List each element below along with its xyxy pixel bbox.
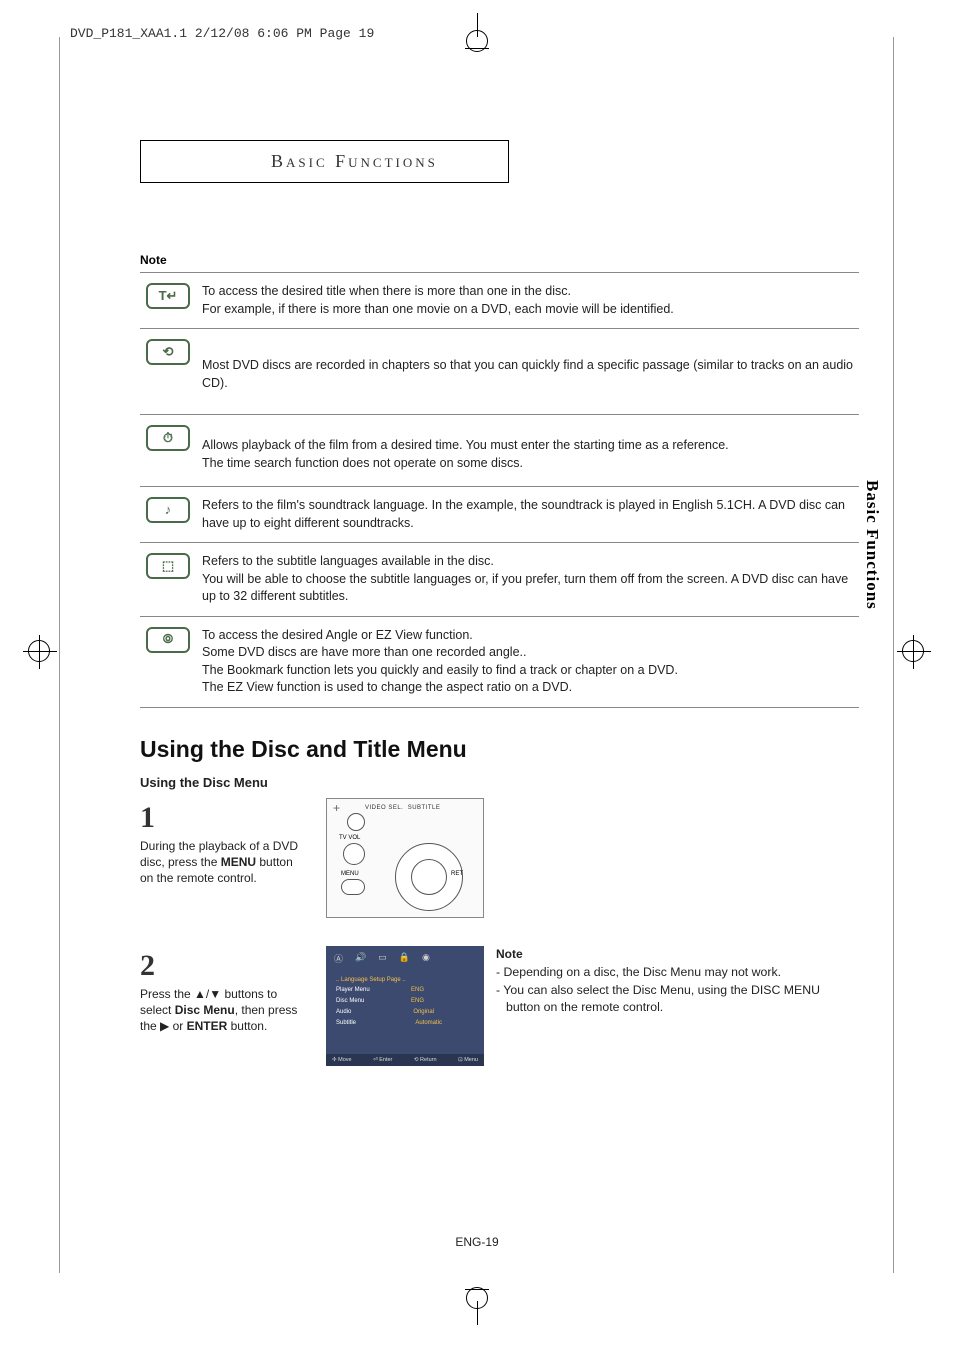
lock-icon: 🔒 [399, 952, 410, 965]
table-row: ♪ Refers to the film's soundtrack langua… [140, 487, 859, 543]
subtitle-icon: ⬚ [146, 553, 190, 579]
crop-mark-left [28, 640, 50, 662]
row-text: To access the desired title when there i… [196, 273, 859, 329]
note-right: Note Depending on a disc, the Disc Menu … [496, 946, 831, 1016]
crop-circle-top [466, 30, 488, 52]
lang-icon: Ⓐ [334, 952, 343, 965]
chapter-title: Basic Functions [140, 140, 509, 183]
step-number: 1 [140, 798, 308, 839]
row-text: Allows playback of the film from a desir… [196, 415, 859, 487]
display-icon: ▭ [378, 952, 387, 965]
step-number: 2 [140, 946, 308, 987]
table-row: ⦾ To access the desired Angle or EZ View… [140, 616, 859, 707]
note-table: T↵ To access the desired title when ther… [140, 272, 859, 708]
title-icon: T↵ [146, 283, 190, 309]
note-label: Note [140, 253, 859, 267]
row-text: To access the desired Angle or EZ View f… [196, 616, 859, 707]
angle-icon: ⦾ [146, 627, 190, 653]
step-text-bold: MENU [221, 855, 256, 869]
menu-icons: Ⓐ 🔊 ▭ 🔒 ◉ [326, 946, 484, 971]
note-item: Depending on a disc, the Disc Menu may n… [506, 964, 831, 981]
side-tab: Basic Functions [862, 480, 882, 610]
step-text-bold: ENTER [187, 1019, 228, 1033]
step-2: 2 Press the ▲/▼ buttons to select Disc M… [140, 946, 859, 1066]
note-title: Note [496, 946, 831, 963]
crop-mark-right [902, 640, 924, 662]
row-text: Refers to the subtitle languages availab… [196, 543, 859, 617]
table-row: ⏱ Allows playback of the film from a des… [140, 415, 859, 487]
page-number: ENG-19 [455, 1235, 498, 1249]
step-text-part: button. [227, 1019, 267, 1033]
table-row: ⬚ Refers to the subtitle languages avail… [140, 543, 859, 617]
print-header: DVD_P181_XAA1.1 2/12/08 6:06 PM Page 19 [70, 26, 374, 41]
audio-icon: ♪ [146, 497, 190, 523]
page-content: Basic Functions Note T↵ To access the de… [140, 140, 859, 1094]
menu-title: .. Language Setup Page .. [336, 975, 474, 986]
table-row: ⟲ Most DVD discs are recorded in chapter… [140, 329, 859, 415]
menu-screenshot: Ⓐ 🔊 ▭ 🔒 ◉ .. Language Setup Page .. Play… [326, 946, 484, 1066]
margin-line-right [893, 37, 894, 1273]
row-text: Refers to the film's soundtrack language… [196, 487, 859, 543]
time-icon: ⏱ [146, 425, 190, 451]
table-row: T↵ To access the desired title when ther… [140, 273, 859, 329]
audio-icon: 🔊 [355, 952, 366, 965]
section-heading: Using the Disc and Title Menu [140, 736, 859, 763]
chapter-icon: ⟲ [146, 339, 190, 365]
step-1: 1 During the playback of a DVD disc, pre… [140, 798, 859, 918]
crop-circle-bottom [466, 1287, 488, 1309]
menu-footer: ✢ Move ⏎ Enter ⟲ Return ⊡ Menu [326, 1054, 484, 1066]
note-item: You can also select the Disc Menu, using… [506, 982, 831, 1016]
margin-line-left [59, 37, 60, 1273]
divx-icon: ◉ [422, 952, 430, 965]
step-text-bold: Disc Menu [175, 1003, 235, 1017]
row-text: Most DVD discs are recorded in chapters … [196, 329, 859, 415]
remote-illustration: VIDEO SEL. SUBTITLE TV VOL MENU RET + [326, 798, 484, 918]
sub-heading: Using the Disc Menu [140, 775, 859, 790]
